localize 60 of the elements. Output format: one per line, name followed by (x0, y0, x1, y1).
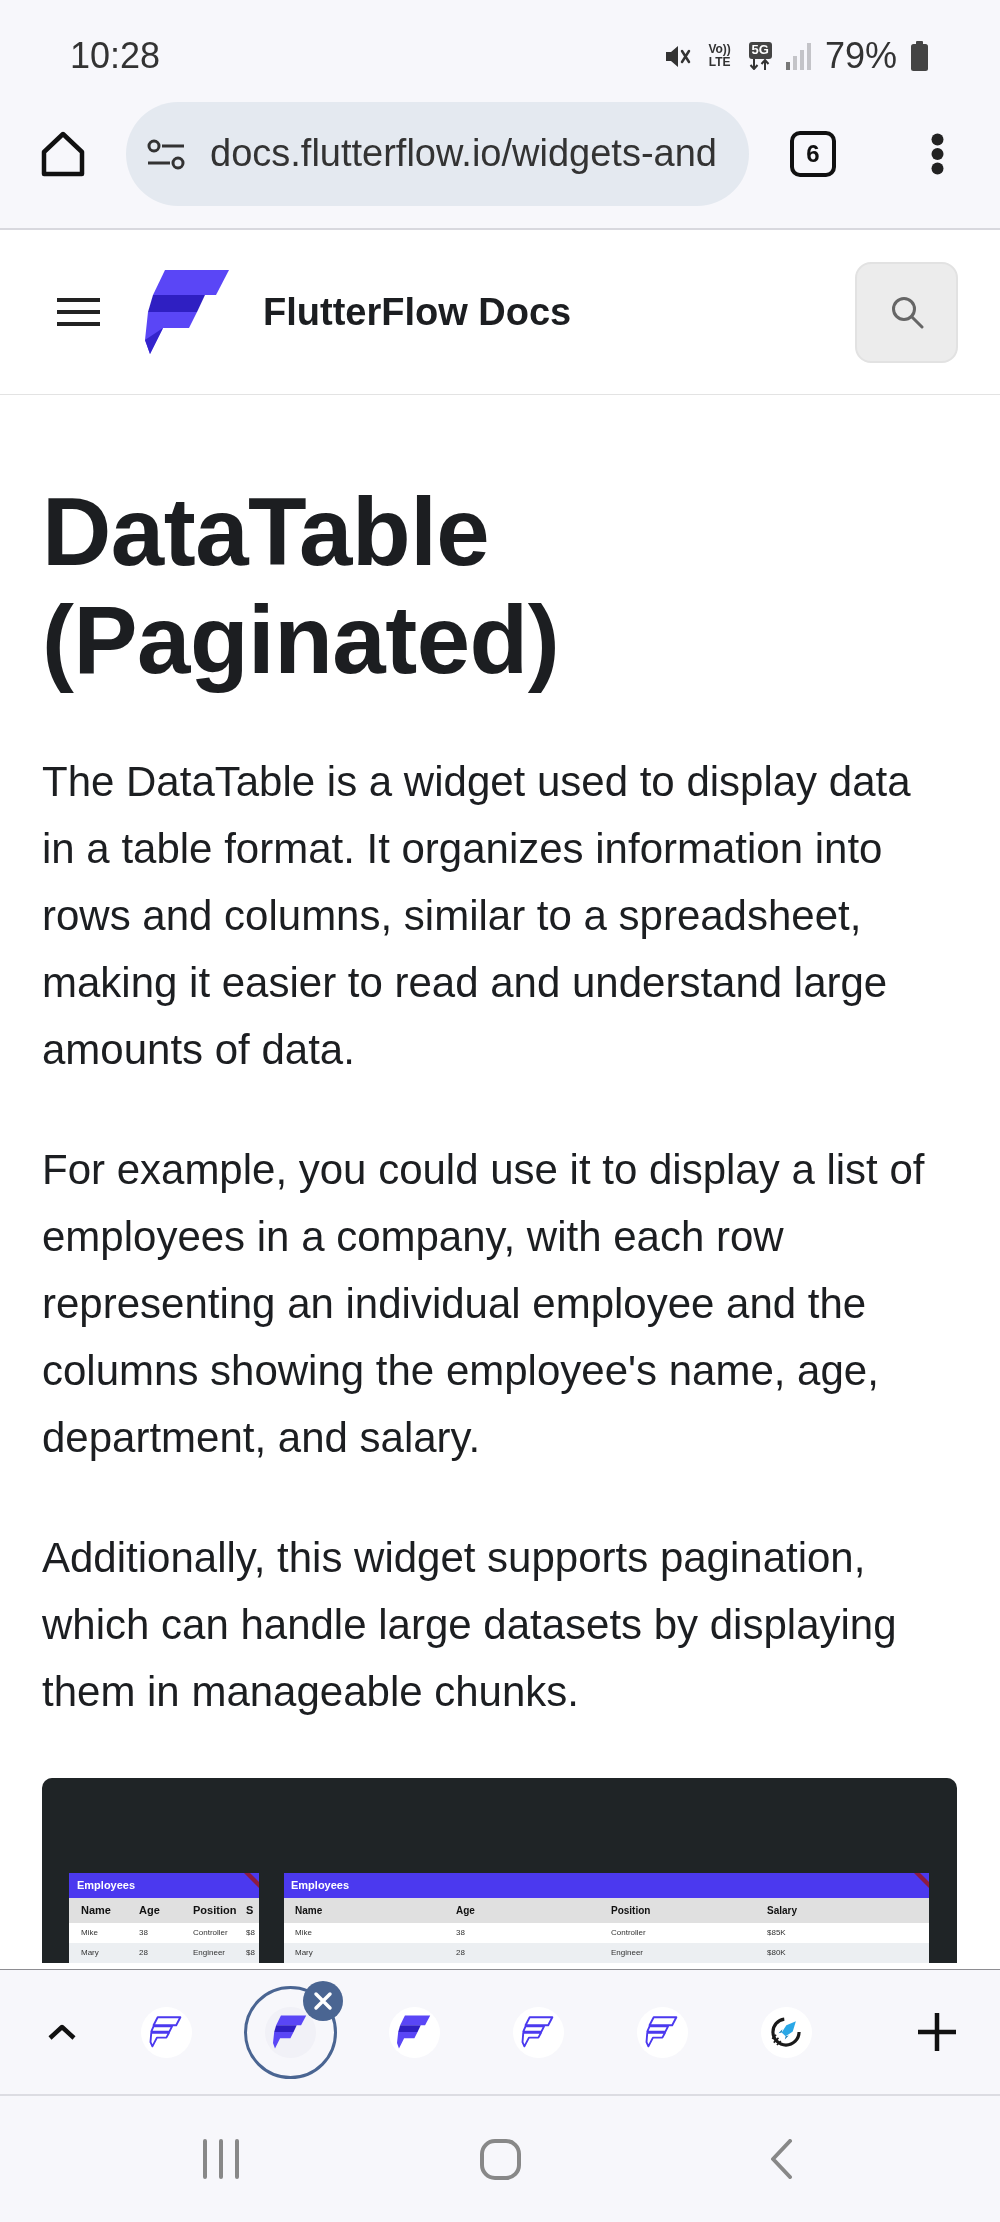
table-cell-text: $8 (246, 1948, 256, 1958)
back-icon[interactable] (770, 2139, 793, 2179)
outline-logo-icon (645, 2015, 679, 2049)
data-arrows-icon (749, 58, 772, 70)
column-header: Position (193, 1903, 238, 1918)
column-header: Name (81, 1903, 112, 1918)
site-logo-icon (397, 2015, 431, 2049)
table-title: Employees (291, 1878, 350, 1893)
tab-count-button[interactable]: 6 (790, 131, 836, 177)
network-type-badge: 5G (748, 42, 772, 59)
close-icon (313, 1991, 333, 2011)
table-cell-text: 38 (456, 1928, 466, 1938)
battery-percent: 79% (824, 38, 897, 74)
table-cell-text: 28 (456, 1948, 466, 1958)
table-cell-text: Mike (295, 1928, 313, 1938)
column-header: Age (456, 1904, 476, 1917)
site-logo-icon[interactable] (145, 270, 231, 354)
signal-icon (785, 42, 811, 70)
table-cell-text: Engineer (611, 1948, 645, 1958)
page-title: DataTable (Paginated) (42, 478, 561, 694)
table-cell-text: Mary (295, 1948, 314, 1958)
table-cell-text: 38 (139, 1928, 149, 1938)
table-cell-text: Controller (611, 1928, 647, 1938)
table-cell-text: $80K (767, 1948, 787, 1958)
column-header: Name (295, 1904, 324, 1917)
table-cell-text: $8 (246, 1928, 256, 1938)
site-logo-icon (273, 2015, 307, 2049)
table-cell-text: Engineer (193, 1948, 227, 1958)
search-button[interactable] (855, 261, 958, 363)
table-cell-text: $85K (767, 1928, 787, 1938)
table-cell-text: Mary (81, 1948, 100, 1958)
plus-icon[interactable] (917, 2012, 957, 2052)
volte-label: Vo)) LTE (707, 43, 732, 69)
menu-icon[interactable] (57, 297, 100, 327)
close-tab-button[interactable] (303, 1981, 343, 2021)
recent-apps-icon[interactable] (202, 2139, 240, 2179)
table-title: Employees (77, 1878, 136, 1893)
column-header: S (246, 1903, 255, 1918)
table-cell-text: Mike (81, 1928, 99, 1938)
address-bar[interactable]: docs.flutterflow.io/widgets-and (126, 102, 749, 206)
column-header: Position (611, 1904, 652, 1917)
status-time: 10:28 (70, 38, 161, 74)
paragraph: The DataTable is a widget used to display data in a table format. It organizes information into rows and columns, similar to a spreadsheet, making it easier to read and understand large amounts of data. (42, 757, 912, 1075)
column-header: Salary (767, 1904, 799, 1917)
chevron-up-icon[interactable] (47, 2023, 77, 2041)
home-icon[interactable] (40, 130, 86, 178)
site-title[interactable]: FlutterFlow Docs (263, 283, 572, 341)
nav-home-icon[interactable] (480, 2138, 521, 2180)
outline-logo-icon (149, 2015, 183, 2049)
paragraph: Additionally, this widget supports pagination, which can handle large datasets by displaying them in manageable chunks. (42, 1533, 898, 1717)
rocket-icon (769, 2015, 803, 2049)
outline-logo-icon (521, 2015, 555, 2049)
paragraph: For example, you could use it to display a list of employees in a company, with each row representing an individual employee and the columns showing the employee's name, age, department, and salary. (42, 1145, 926, 1463)
table-cell-text: 28 (139, 1948, 149, 1958)
page-info-icon (147, 138, 185, 170)
overflow-menu-icon[interactable] (929, 133, 946, 175)
search-icon (889, 295, 924, 329)
column-header: Age (139, 1903, 161, 1918)
battery-icon (911, 41, 928, 71)
table-cell-text: Controller (193, 1928, 229, 1938)
